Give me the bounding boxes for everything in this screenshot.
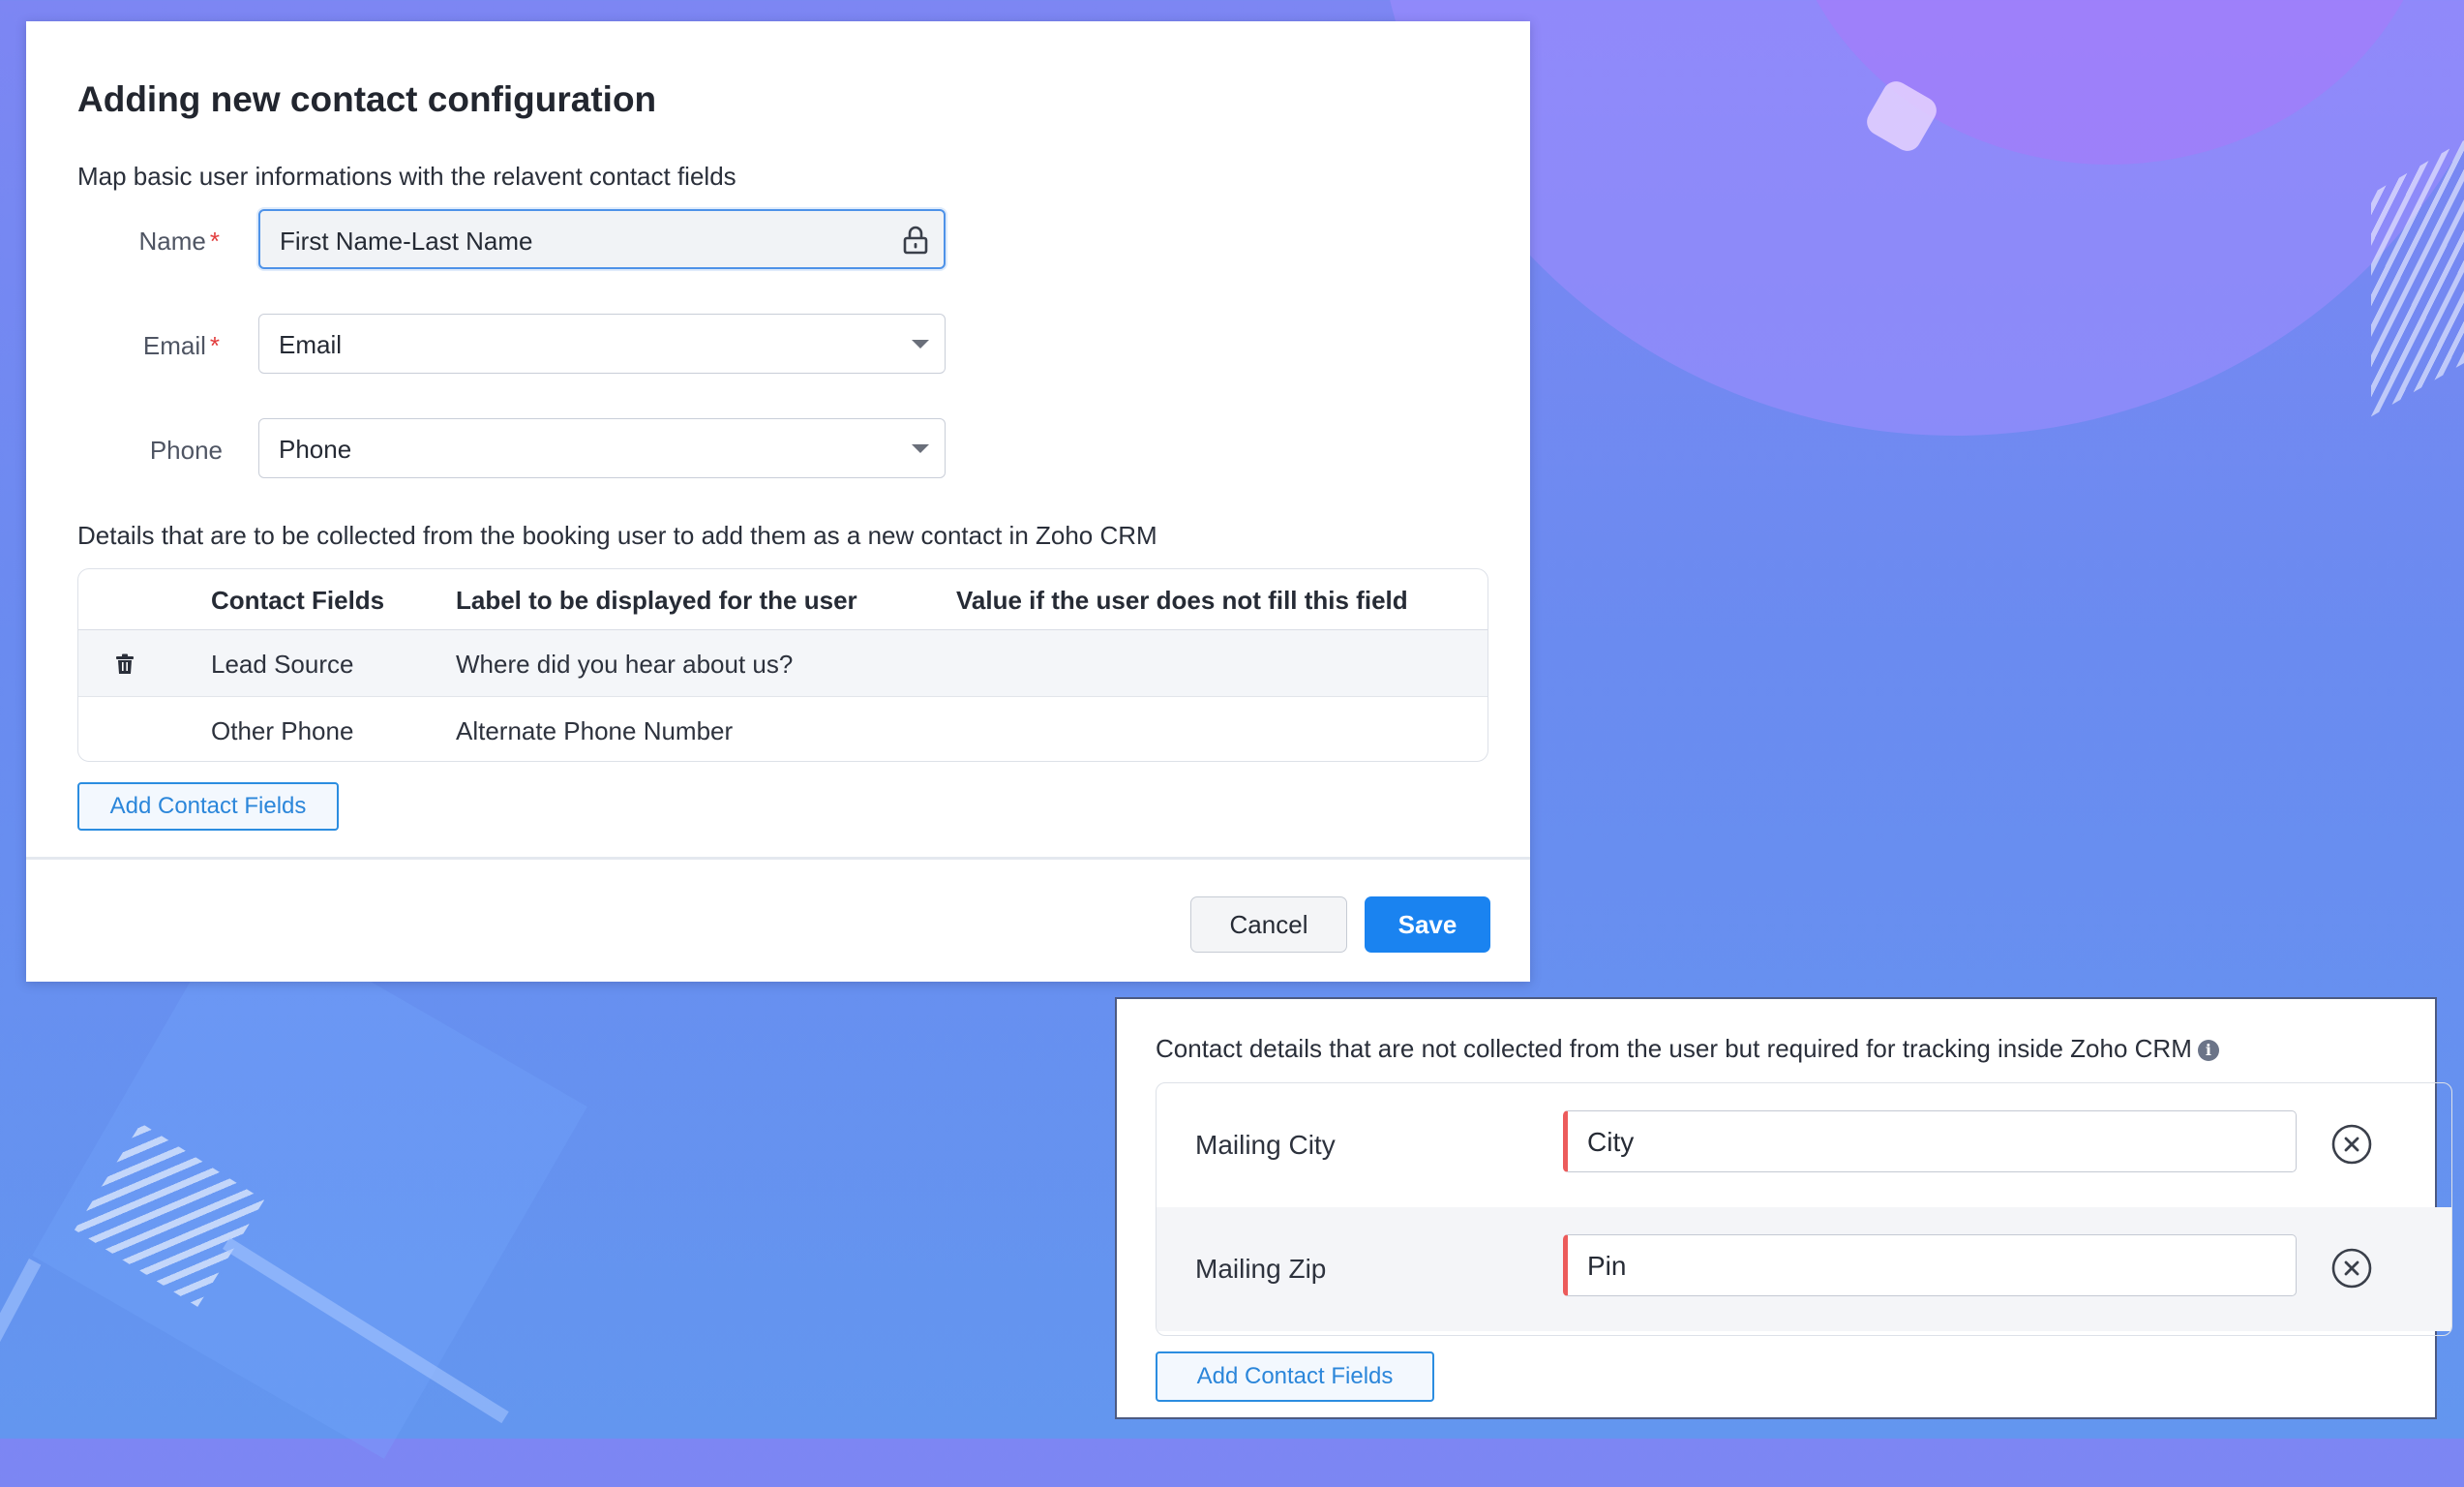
display-label: Alternate Phone Number [456,716,734,745]
tracking-description: Contact details that are not collected f… [1156,1034,2219,1064]
mailing-city-input[interactable]: City [1563,1110,2297,1172]
add-contact-fields-button[interactable]: Add Contact Fields [1156,1351,1434,1402]
input-value: Pin [1587,1251,1627,1281]
email-select-value: Email [279,330,343,359]
required-marker: * [209,331,220,360]
table-row[interactable]: Other Phone Alternate Phone Number [78,697,1487,761]
tracking-field-label: Mailing City [1195,1130,1336,1160]
name-field-row: Name * First Name-Last Name [26,209,994,269]
add-contact-fields-button[interactable]: Add Contact Fields [77,782,339,831]
column-header: Value if the user does not fill this fie… [956,586,1408,615]
collect-description: Details that are to be collected from th… [77,521,1157,550]
list-item: Mailing City City [1157,1083,2451,1207]
tracking-field-label: Mailing Zip [1195,1254,1327,1284]
phone-select[interactable]: Phone [258,418,946,478]
mailing-zip-input[interactable]: Pin [1563,1234,2297,1296]
name-input-value: First Name-Last Name [280,227,533,256]
close-circle-icon[interactable] [2331,1124,2372,1165]
contact-configuration-dialog: Adding new contact configuration Map bas… [26,21,1530,982]
lock-icon [903,226,928,255]
phone-label: Phone [26,436,223,466]
cancel-button[interactable]: Cancel [1190,896,1347,953]
list-item: Mailing Zip Pin [1157,1207,2451,1331]
table-header: Contact Fields Label to be displayed for… [78,569,1487,631]
mapping-description: Map basic user informations with the rel… [77,162,736,191]
footer-divider [26,857,1530,860]
chevron-down-icon [912,444,929,453]
trash-icon[interactable] [115,653,135,675]
info-icon[interactable]: i [2197,1040,2219,1061]
name-label-text: Name [138,227,206,256]
dialog-title: Adding new contact configuration [77,79,657,119]
name-input[interactable]: First Name-Last Name [258,209,946,269]
contact-field-name: Other Phone [211,716,354,745]
chevron-down-icon [912,340,929,349]
name-label: Name * [26,227,220,257]
input-value: City [1587,1127,1635,1157]
close-circle-icon[interactable] [2331,1248,2372,1289]
tracking-description-text: Contact details that are not collected f… [1156,1034,2192,1063]
tracking-fields-panel: Contact details that are not collected f… [1115,997,2452,1419]
email-field-row: Email * Email [26,314,994,374]
column-header: Label to be displayed for the user [456,586,857,615]
save-button[interactable]: Save [1365,896,1490,953]
phone-field-row: Phone Phone [26,418,994,478]
column-header: Contact Fields [211,586,385,615]
phone-select-value: Phone [279,435,352,464]
email-label-text: Email [142,331,206,360]
display-label: Where did you hear about us? [456,650,794,679]
email-label: Email * [26,331,220,361]
contact-fields-table: Contact Fields Label to be displayed for… [77,568,1488,762]
phone-label-text: Phone [149,436,223,465]
required-marker: * [209,227,220,256]
email-select[interactable]: Email [258,314,946,374]
background-line [0,1259,42,1487]
tracking-fields-list: Mailing City City Mailing Zip Pin [1156,1082,2452,1336]
contact-field-name: Lead Source [211,650,354,679]
table-row[interactable]: Lead Source Where did you hear about us? [78,630,1487,697]
